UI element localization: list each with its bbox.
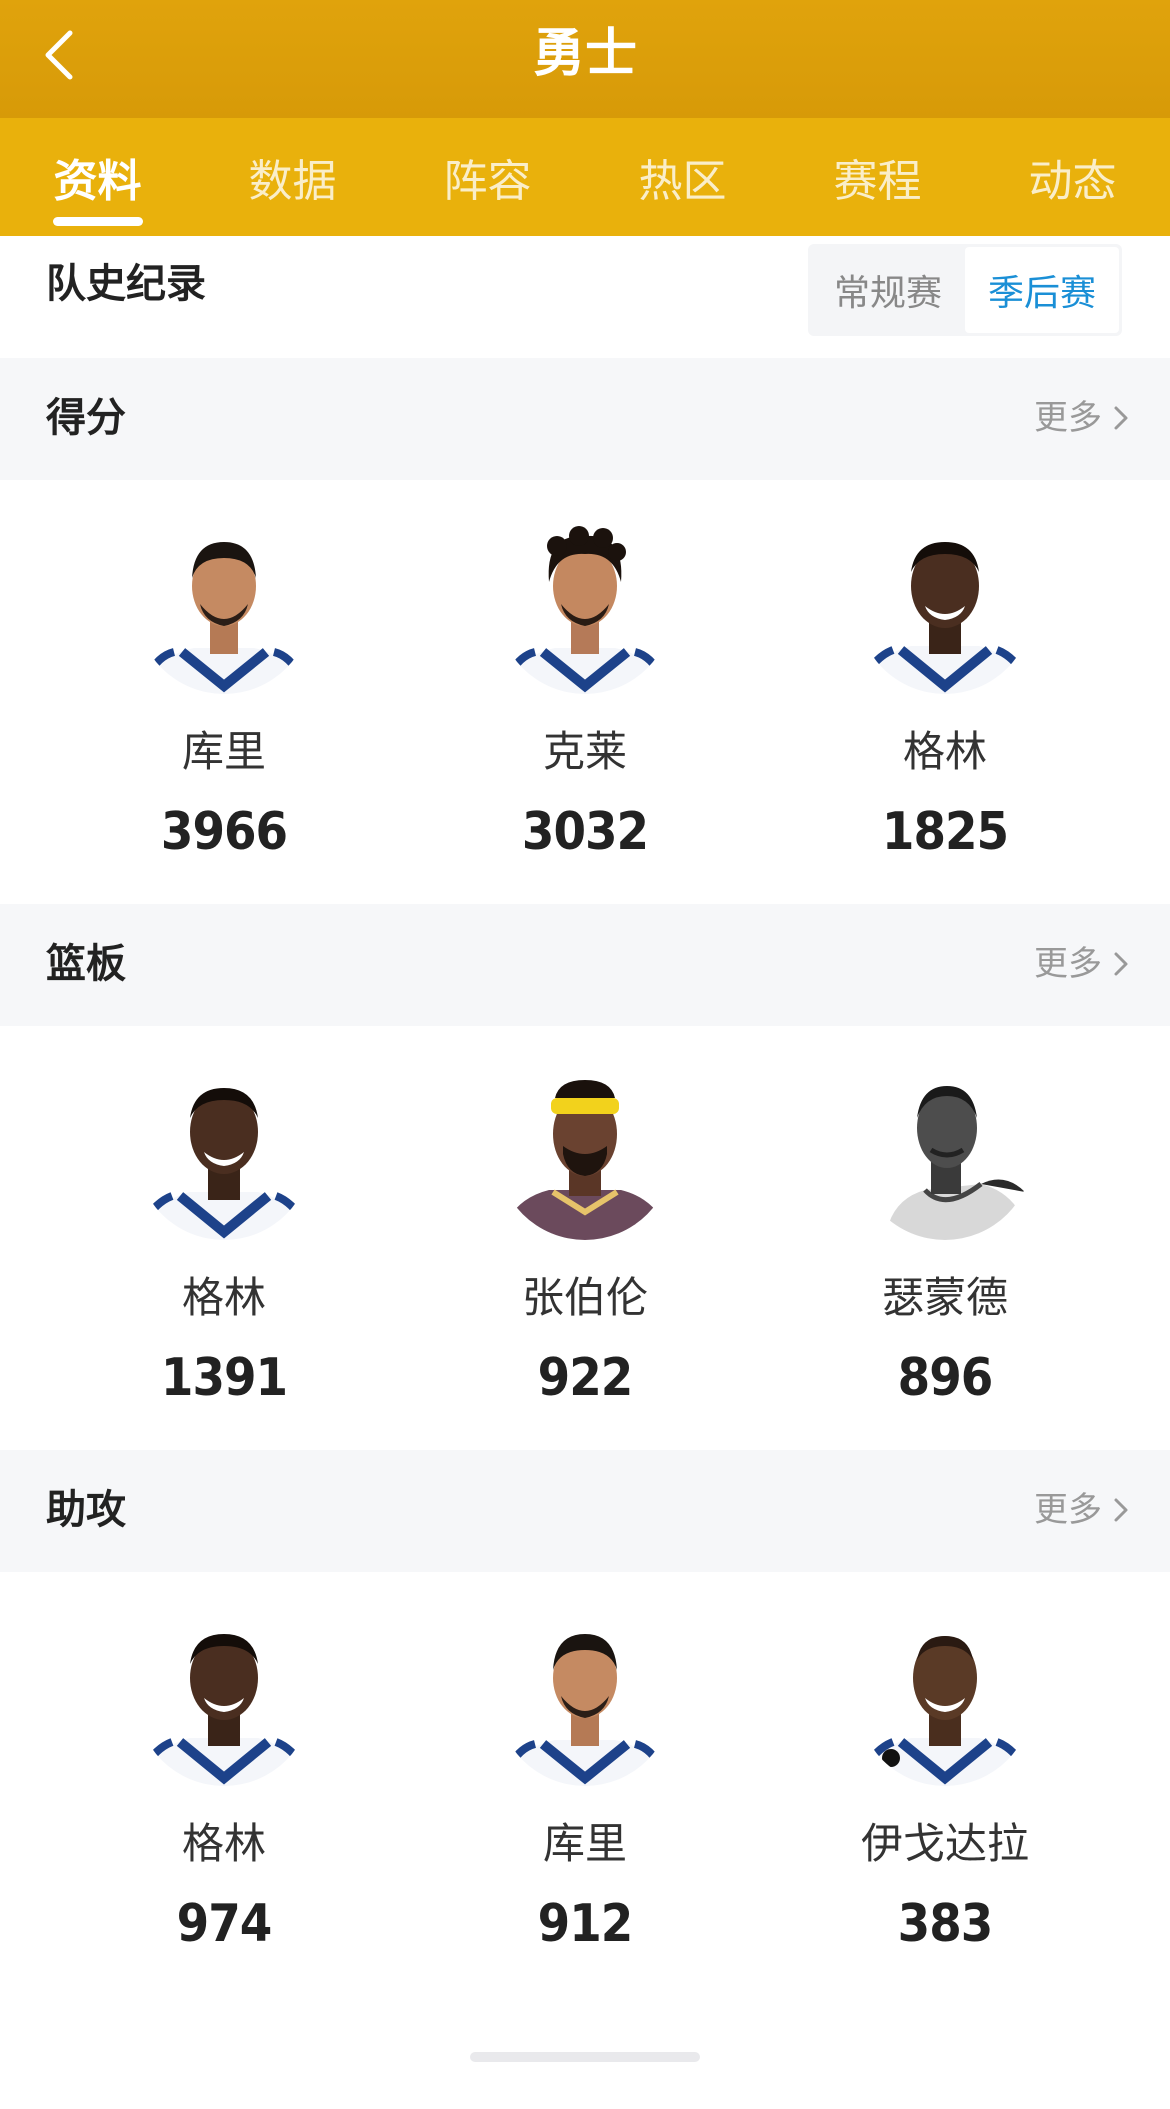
player-avatar <box>136 1064 312 1240</box>
rebounds-section: 篮板 更多 格林 1391 张伯伦 922 瑟蒙德 896 <box>0 904 1170 1450</box>
tab-profile[interactable]: 资料 <box>0 118 195 236</box>
player-name: 格林 <box>181 1273 266 1322</box>
player-card[interactable]: 格林 974 <box>64 1608 384 1956</box>
tab-hot-zone[interactable]: 热区 <box>585 118 780 236</box>
player-card[interactable]: 瑟蒙德 896 <box>785 1062 1105 1410</box>
regular-season-button[interactable]: 常规赛 <box>811 247 965 333</box>
player-card[interactable]: 克莱 3032 <box>425 516 745 864</box>
playoffs-button[interactable]: 季后赛 <box>965 247 1119 333</box>
home-indicator <box>470 2052 700 2062</box>
player-value: 3032 <box>521 802 649 862</box>
section-title: 篮板 <box>46 941 126 987</box>
player-name: 瑟蒙德 <box>881 1273 1008 1322</box>
more-label: 更多 <box>1034 944 1102 984</box>
player-avatar <box>136 518 312 694</box>
player-name: 库里 <box>181 727 266 776</box>
player-avatar <box>136 1610 312 1786</box>
tab-bar: 资料 数据 阵容 热区 赛程 动态 <box>0 118 1170 236</box>
player-avatar <box>857 1610 1033 1786</box>
player-name: 格林 <box>902 727 987 776</box>
more-label: 更多 <box>1034 1490 1102 1530</box>
section-header: 篮板 更多 <box>0 904 1170 1026</box>
player-card[interactable]: 伊戈达拉 383 <box>785 1608 1105 1956</box>
player-card[interactable]: 格林 1391 <box>64 1062 384 1410</box>
player-value: 922 <box>537 1348 634 1408</box>
section-header: 助攻 更多 <box>0 1450 1170 1572</box>
more-button[interactable]: 更多 <box>1034 938 1130 990</box>
app-header: 勇士 <box>0 0 1170 118</box>
section-header: 得分 更多 <box>0 358 1170 480</box>
tab-news[interactable]: 动态 <box>975 118 1170 236</box>
player-avatar <box>497 1610 673 1786</box>
points-section: 得分 更多 库里 3966 克莱 3032 格林 1825 <box>0 358 1170 904</box>
season-type-toggle: 常规赛 季后赛 <box>808 244 1122 336</box>
player-value: 896 <box>897 1348 994 1408</box>
player-avatar <box>857 1064 1033 1240</box>
section-body: 格林 974 库里 912 伊戈达拉 383 <box>0 1572 1170 1996</box>
player-avatar <box>497 1064 673 1240</box>
page-title: 勇士 <box>532 24 637 84</box>
player-value: 974 <box>176 1894 273 1954</box>
player-card[interactable]: 张伯伦 922 <box>425 1062 745 1410</box>
assists-section: 助攻 更多 格林 974 库里 912 伊戈达拉 383 <box>0 1450 1170 1996</box>
player-name: 格林 <box>181 1819 266 1868</box>
player-value: 383 <box>897 1894 994 1954</box>
section-title: 得分 <box>46 395 126 441</box>
player-value: 1391 <box>160 1348 288 1408</box>
player-value: 912 <box>537 1894 634 1954</box>
more-label: 更多 <box>1034 398 1102 438</box>
section-title: 助攻 <box>46 1487 126 1533</box>
player-card[interactable]: 库里 3966 <box>64 516 384 864</box>
tab-stats[interactable]: 数据 <box>195 118 390 236</box>
more-button[interactable]: 更多 <box>1034 392 1130 444</box>
player-name: 伊戈达拉 <box>860 1819 1029 1868</box>
chevron-right-icon <box>1114 952 1128 976</box>
player-card[interactable]: 格林 1825 <box>785 516 1105 864</box>
player-avatar <box>497 518 673 694</box>
tab-schedule[interactable]: 赛程 <box>780 118 975 236</box>
player-name: 张伯伦 <box>521 1273 648 1322</box>
more-button[interactable]: 更多 <box>1034 1484 1130 1536</box>
history-records-header: 队史纪录 常规赛 季后赛 <box>0 236 1170 358</box>
player-avatar <box>857 518 1033 694</box>
player-value: 1825 <box>881 802 1009 862</box>
section-body: 库里 3966 克莱 3032 格林 1825 <box>0 480 1170 904</box>
chevron-right-icon <box>1114 406 1128 430</box>
player-name: 库里 <box>542 1819 627 1868</box>
chevron-right-icon <box>1114 1498 1128 1522</box>
player-name: 克莱 <box>542 727 627 776</box>
player-card[interactable]: 库里 912 <box>425 1608 745 1956</box>
section-body: 格林 1391 张伯伦 922 瑟蒙德 896 <box>0 1026 1170 1450</box>
history-records-title: 队史纪录 <box>46 261 206 307</box>
player-value: 3966 <box>160 802 288 862</box>
tab-roster[interactable]: 阵容 <box>390 118 585 236</box>
